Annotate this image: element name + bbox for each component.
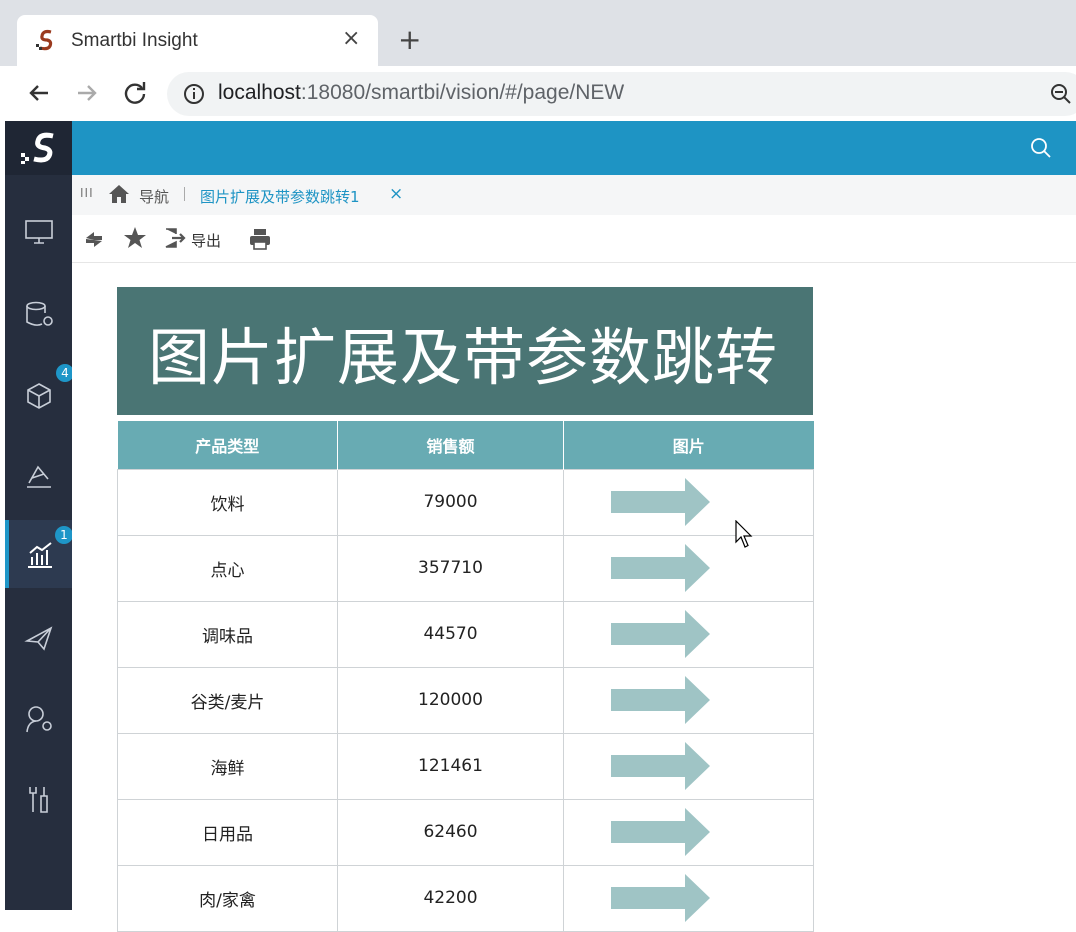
cell-product-type: 日用品 xyxy=(118,799,338,865)
cell-image xyxy=(564,601,814,667)
cell-image xyxy=(564,799,814,865)
jump-arrow-icon[interactable] xyxy=(611,741,711,791)
menu-toggle[interactable]: III xyxy=(80,186,94,200)
app-logo[interactable] xyxy=(5,121,72,175)
cell-image xyxy=(564,865,814,931)
cell-image xyxy=(564,535,814,601)
sidebar-item-publish[interactable] xyxy=(5,605,72,671)
url-text: localhost:18080/smartbi/vision/#/page/NE… xyxy=(218,81,624,105)
sidebar-item-cube[interactable]: 4 xyxy=(5,362,72,428)
sidebar-item-tools[interactable] xyxy=(5,766,72,832)
cell-product-type: 饮料 xyxy=(118,469,338,535)
refresh-icon[interactable] xyxy=(83,228,105,250)
column-header-image: 图片 xyxy=(564,421,814,469)
mouse-cursor-icon xyxy=(735,520,755,550)
cell-sales: 62460 xyxy=(338,799,564,865)
column-header-sales: 销售额 xyxy=(338,421,564,469)
cell-image xyxy=(564,667,814,733)
divider xyxy=(184,187,185,201)
cell-sales: 120000 xyxy=(338,667,564,733)
cell-product-type: 调味品 xyxy=(118,601,338,667)
jump-arrow-icon[interactable] xyxy=(611,873,711,923)
jump-arrow-icon[interactable] xyxy=(611,477,711,527)
zoom-out-icon[interactable] xyxy=(1049,82,1073,106)
monitor-icon xyxy=(24,218,54,246)
home-icon[interactable] xyxy=(108,184,130,204)
url-host: localhost xyxy=(218,81,301,104)
nav-home-label[interactable]: 导航 xyxy=(139,186,169,207)
cube-icon xyxy=(24,380,54,410)
sidebar-item-data-source[interactable] xyxy=(5,282,72,348)
cell-sales: 44570 xyxy=(338,601,564,667)
table-row: 谷类/麦片120000 xyxy=(118,667,814,733)
browser-tab[interactable]: Smartbi Insight × xyxy=(17,15,378,66)
print-icon[interactable] xyxy=(248,227,272,251)
sidebar-item-dashboard[interactable] xyxy=(5,200,72,266)
bar-chart-icon xyxy=(25,540,55,570)
analysis-badge: 1 xyxy=(55,526,73,544)
table-row: 调味品44570 xyxy=(118,601,814,667)
forward-arrow-icon[interactable] xyxy=(72,78,102,108)
new-tab-plus-icon[interactable]: + xyxy=(398,26,421,54)
table-row: 日用品62460 xyxy=(118,799,814,865)
export-icon[interactable] xyxy=(164,227,186,249)
star-icon[interactable] xyxy=(123,226,147,250)
jump-arrow-icon[interactable] xyxy=(611,609,711,659)
cell-product-type: 海鲜 xyxy=(118,733,338,799)
back-arrow-icon[interactable] xyxy=(24,78,54,108)
page-tab-bar: III 导航 图片扩展及带参数跳转1 × xyxy=(72,175,1076,215)
table-row: 肉/家禽42200 xyxy=(118,865,814,931)
smartbi-logo-icon xyxy=(19,131,59,165)
database-gear-icon xyxy=(24,300,56,330)
table-row: 饮料79000 xyxy=(118,469,814,535)
ruler-pencil-icon xyxy=(24,461,54,491)
sidebar-item-modeling[interactable] xyxy=(5,443,72,509)
cell-image xyxy=(564,733,814,799)
user-gear-icon xyxy=(24,704,56,734)
cell-product-type: 点心 xyxy=(118,535,338,601)
report-toolbar: 导出 xyxy=(72,215,1076,263)
cell-sales: 121461 xyxy=(338,733,564,799)
sidebar-item-user-settings[interactable] xyxy=(5,686,72,752)
sidebar-item-analysis-active[interactable]: 1 xyxy=(5,520,72,588)
app-header xyxy=(72,121,1076,175)
jump-arrow-icon[interactable] xyxy=(611,807,711,857)
report-title: 图片扩展及带参数跳转 xyxy=(148,318,778,398)
search-icon[interactable] xyxy=(1030,137,1052,159)
jump-arrow-icon[interactable] xyxy=(611,543,711,593)
table-header-row: 产品类型 销售额 图片 xyxy=(118,421,814,469)
url-path: :18080/smartbi/vision/#/page/NEW xyxy=(301,81,624,104)
report-table: 产品类型 销售额 图片 饮料79000点心357710调味品44570谷类/麦片… xyxy=(117,421,814,932)
reload-icon[interactable] xyxy=(120,78,150,108)
cell-product-type: 谷类/麦片 xyxy=(118,667,338,733)
jump-arrow-icon[interactable] xyxy=(611,675,711,725)
info-icon[interactable] xyxy=(183,83,205,105)
smartbi-favicon-icon xyxy=(35,29,57,51)
tab-close-icon[interactable]: × xyxy=(389,184,403,204)
cell-product-type: 肉/家禽 xyxy=(118,865,338,931)
paper-plane-icon xyxy=(24,623,54,653)
cell-sales: 357710 xyxy=(338,535,564,601)
tab-report[interactable]: 图片扩展及带参数跳转1 xyxy=(200,186,360,207)
table-row: 点心357710 xyxy=(118,535,814,601)
tools-icon xyxy=(24,784,54,816)
column-header-type: 产品类型 xyxy=(118,421,338,469)
browser-tab-title: Smartbi Insight xyxy=(71,30,198,52)
cell-sales: 42200 xyxy=(338,865,564,931)
cell-image xyxy=(564,469,814,535)
browser-tab-close-icon[interactable]: × xyxy=(342,27,360,51)
export-button-label[interactable]: 导出 xyxy=(191,230,221,251)
cell-sales: 79000 xyxy=(338,469,564,535)
table-row: 海鲜121461 xyxy=(118,733,814,799)
